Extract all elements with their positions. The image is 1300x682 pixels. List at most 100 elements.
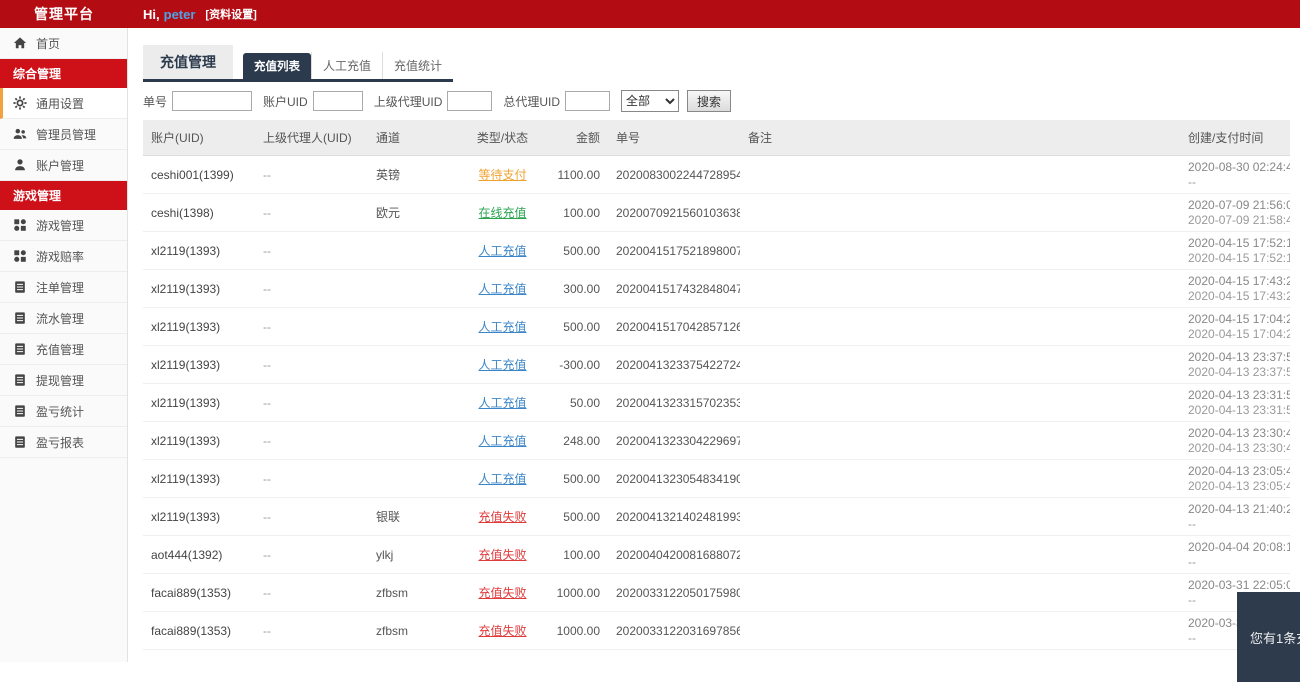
tab-recharge-stats[interactable]: 充值统计: [382, 52, 453, 79]
cell-status: 人工充值: [460, 269, 545, 308]
status-link[interactable]: 充值失败: [478, 548, 526, 562]
sidebar-item-general-settings[interactable]: 通用设置: [0, 88, 127, 119]
sidebar-item-game-odds[interactable]: 游戏赔率: [0, 241, 127, 272]
status-link[interactable]: 人工充值: [478, 282, 526, 296]
sidebar-item-label: 流水管理: [36, 311, 85, 326]
status-link[interactable]: 等待支付: [478, 168, 526, 182]
paid-time: --: [1188, 516, 1196, 531]
sidebar-item-game-management[interactable]: 游戏管理: [0, 210, 127, 241]
parent-agent-uid-input[interactable]: [447, 91, 493, 111]
cell-order-no: 20200413233042296977: [608, 421, 740, 460]
cell-agent: --: [255, 155, 368, 194]
cell-order-no: 20200413233754227247: [608, 345, 740, 384]
sidebar-item-label: 注单管理: [36, 280, 85, 295]
cell-account: xl2119(1393): [143, 307, 255, 346]
cell-order-no: 20200331220501759804: [608, 573, 740, 612]
status-link[interactable]: 充值失败: [478, 624, 526, 638]
cell-amount: 248.00: [545, 421, 608, 460]
sidebar-item-home[interactable]: 首页: [0, 28, 127, 59]
status-link[interactable]: 在线充值: [478, 206, 526, 220]
sidebar-item-turnover-management[interactable]: 流水管理: [0, 303, 127, 334]
cell-channel: [368, 421, 460, 460]
search-field: 上级代理UID: [374, 91, 493, 111]
cell-agent: --: [255, 459, 368, 498]
status-link[interactable]: 人工充值: [478, 434, 526, 448]
status-link[interactable]: 充值失败: [478, 586, 526, 600]
status-link[interactable]: 人工充值: [478, 358, 526, 372]
notification-text: 您有1条充: [1250, 630, 1300, 646]
tab-recharge-list[interactable]: 充值列表: [243, 53, 311, 79]
tab-recharge-management[interactable]: 充值管理: [143, 45, 233, 79]
paid-time: 2020-07-09 21:58:42: [1188, 212, 1290, 227]
cell-order-no: 20200404200816880726: [608, 535, 740, 574]
cell-account: facai889(1353): [143, 573, 255, 612]
cell-time: 2020-04-04 20:08:16 --: [1180, 535, 1290, 574]
profile-settings-link[interactable]: [资料设置]: [205, 6, 256, 22]
status-link[interactable]: 人工充值: [478, 396, 526, 410]
column-header: 账户(UID): [143, 120, 255, 156]
created-time: 2020-04-13 21:40:24: [1188, 501, 1290, 516]
sidebar-section-game-management-section[interactable]: 游戏管理: [0, 181, 127, 210]
doc-icon: [13, 342, 27, 356]
sidebar-item-account-management[interactable]: 账户管理: [0, 150, 127, 181]
status-link[interactable]: 人工充值: [478, 320, 526, 334]
cell-channel: [368, 231, 460, 270]
column-header: 单号: [608, 120, 740, 156]
cell-account: ceshi001(1399): [143, 155, 255, 194]
doc-icon: [13, 280, 27, 294]
search-field-label: 上级代理UID: [373, 94, 443, 109]
sidebar-item-admin-management[interactable]: 管理员管理: [0, 119, 127, 150]
status-link[interactable]: 充值失败: [478, 510, 526, 524]
column-header: 创建/支付时间: [1180, 120, 1290, 156]
general-agent-uid-input[interactable]: [565, 91, 611, 111]
table-row: ceshi(1398) -- 欧元 在线充值 100.00 2020070921…: [143, 193, 1290, 232]
cell-amount: 500.00: [545, 307, 608, 346]
grid-icon: [13, 249, 27, 263]
created-time: 2020-04-15 17:04:28: [1188, 311, 1290, 326]
tab-manual-recharge[interactable]: 人工充值: [311, 52, 382, 79]
sidebar-item-label: 账户管理: [36, 158, 85, 173]
paid-time: 2020-04-13 23:37:54: [1188, 364, 1290, 379]
column-header: 类型/状态: [460, 120, 545, 156]
sidebar-item-recharge-management[interactable]: 充值管理: [0, 334, 127, 365]
cell-status: 充值失败: [460, 535, 545, 574]
search-field: 单号: [143, 91, 253, 111]
sidebar-item-label: 盈亏统计: [36, 404, 85, 419]
table-row: xl2119(1393) -- 人工充值 300.00 202004151743…: [143, 269, 1290, 308]
cell-remark: [740, 421, 1180, 460]
cell-remark: [740, 497, 1180, 536]
cell-status: 人工充值: [460, 383, 545, 422]
sidebar-item-label: 盈亏报表: [36, 435, 85, 450]
cell-account: aot444(1392): [143, 535, 255, 574]
sidebar-item-withdraw-management[interactable]: 提现管理: [0, 365, 127, 396]
search-button[interactable]: 搜索: [687, 90, 732, 112]
sidebar-item-profit-stats[interactable]: 盈亏统计: [0, 396, 127, 427]
cell-remark: [740, 193, 1180, 232]
sidebar-item-label: 首页: [36, 36, 61, 51]
status-link[interactable]: 人工充值: [478, 472, 526, 486]
table-header-row: 账户(UID) 上级代理人(UID) 通道 类型/状态 金额 单号 备注 创建/支付时间: [143, 120, 1290, 156]
cell-remark: [740, 573, 1180, 612]
grid-icon: [13, 218, 27, 232]
sidebar-item-profit-report[interactable]: 盈亏报表: [0, 427, 127, 458]
cell-account: xl2119(1393): [143, 269, 255, 308]
cell-remark: [740, 383, 1180, 422]
sidebar-item-bet-management[interactable]: 注单管理: [0, 272, 127, 303]
status-link[interactable]: 人工充值: [478, 244, 526, 258]
main-content: 充值管理 充值列表 人工充值 充值统计 单号 账户UID 上级代理UID 总代理UI…: [129, 28, 1300, 662]
cell-channel: [368, 383, 460, 422]
search-fields-host: 单号 账户UID 上级代理UID 总代理UID: [143, 91, 621, 111]
type-select[interactable]: 全部: [621, 90, 680, 112]
table-row: facai889(1353) -- zfbsm 充值失败 1000.00 202…: [143, 611, 1290, 650]
order-no-input[interactable]: [172, 91, 253, 111]
cell-agent: --: [255, 269, 368, 308]
cell-order-no: 20200413233157023533: [608, 383, 740, 422]
account-uid-input[interactable]: [312, 91, 363, 111]
sidebar-item-label: 提现管理: [36, 373, 85, 388]
gear-icon: [13, 96, 27, 110]
cell-account: xl2119(1393): [143, 497, 255, 536]
cell-status: 充值失败: [460, 497, 545, 536]
created-time: 2020-04-13 23:30:42: [1188, 425, 1290, 440]
notification-toast[interactable]: 您有1条充: [1237, 592, 1300, 682]
sidebar-section-general-management[interactable]: 综合管理: [0, 59, 127, 88]
